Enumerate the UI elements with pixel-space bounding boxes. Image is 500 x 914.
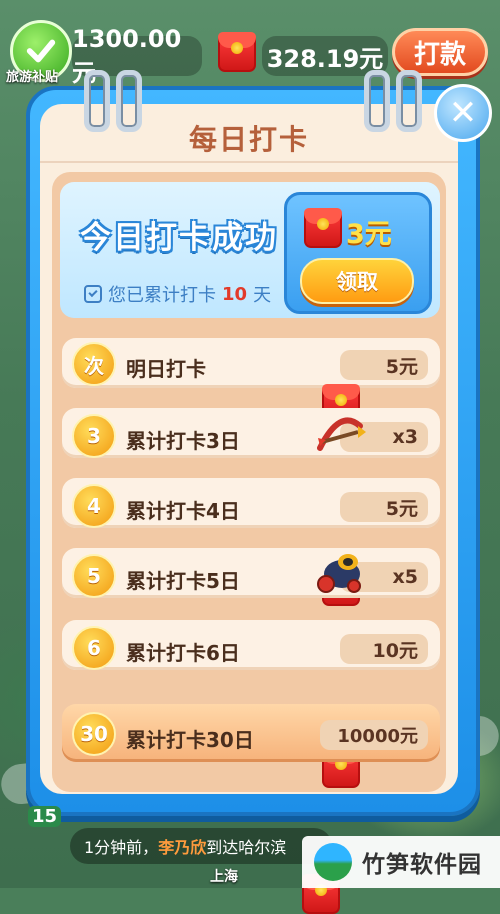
day-badge: 6 [72, 626, 116, 670]
ticker-time: 1分钟前， [84, 838, 159, 857]
cannon-icon [317, 554, 361, 593]
ticker-user: 李乃欣 [158, 838, 207, 857]
watermark-text: 竹笋软件园 [362, 852, 482, 878]
row-label: 累计打卡4日 [126, 499, 240, 523]
ticker-text: 到达哈尔滨 [206, 838, 287, 857]
claim-button[interactable]: 领取 [300, 258, 414, 304]
red-envelope-icon [304, 208, 342, 248]
map-marker-number: 15 [28, 806, 62, 827]
row-label: 明日打卡 [126, 357, 206, 381]
row-label: 累计打卡5日 [126, 569, 240, 593]
top-bar: 旅游补贴 1300.00元 328.19元 打款 [0, 0, 500, 88]
day-badge: 30 [72, 712, 116, 756]
streak-info: 您已累计打卡 10 天 [84, 281, 271, 307]
row-amount: 10000元 [320, 720, 428, 750]
crossbow-icon [317, 417, 366, 451]
travel-subsidy-label: 旅游补贴 [6, 70, 59, 85]
withdraw-button[interactable]: 打款 [392, 28, 488, 76]
checkmark-icon [26, 39, 56, 63]
red-envelope-icon [218, 32, 256, 72]
streak-suffix: 天 [253, 285, 272, 306]
title-divider [40, 161, 458, 163]
day-badge: 次 [72, 342, 116, 386]
today-reward-amount: 3元 [346, 219, 392, 250]
row-label: 累计打卡30日 [126, 728, 254, 752]
streak-days: 10 [222, 283, 248, 305]
row-amount: 5元 [340, 492, 428, 522]
day-badge: 3 [72, 414, 116, 458]
row-amount: 10元 [340, 634, 428, 664]
day-badge: 4 [72, 484, 116, 528]
row-label: 累计打卡3日 [126, 429, 240, 453]
site-watermark: 竹笋软件园 [302, 836, 500, 888]
map-city-label: 上海 [210, 869, 238, 885]
bamboo-logo-icon [314, 843, 352, 881]
modal-title: 每日打卡 [188, 123, 309, 156]
redpacket-amount: 328.19元 [266, 44, 384, 73]
row-label: 累计打卡6日 [126, 641, 240, 665]
day-badge: 5 [72, 554, 116, 598]
row-amount: 5元 [340, 350, 428, 380]
calendar-check-icon [84, 285, 102, 303]
activity-ticker: 1分钟前， 李乃欣 到达哈尔滨 [70, 828, 332, 864]
streak-prefix: 您已累计打卡 [108, 285, 216, 306]
today-status: 今日打卡成功 [80, 220, 278, 256]
